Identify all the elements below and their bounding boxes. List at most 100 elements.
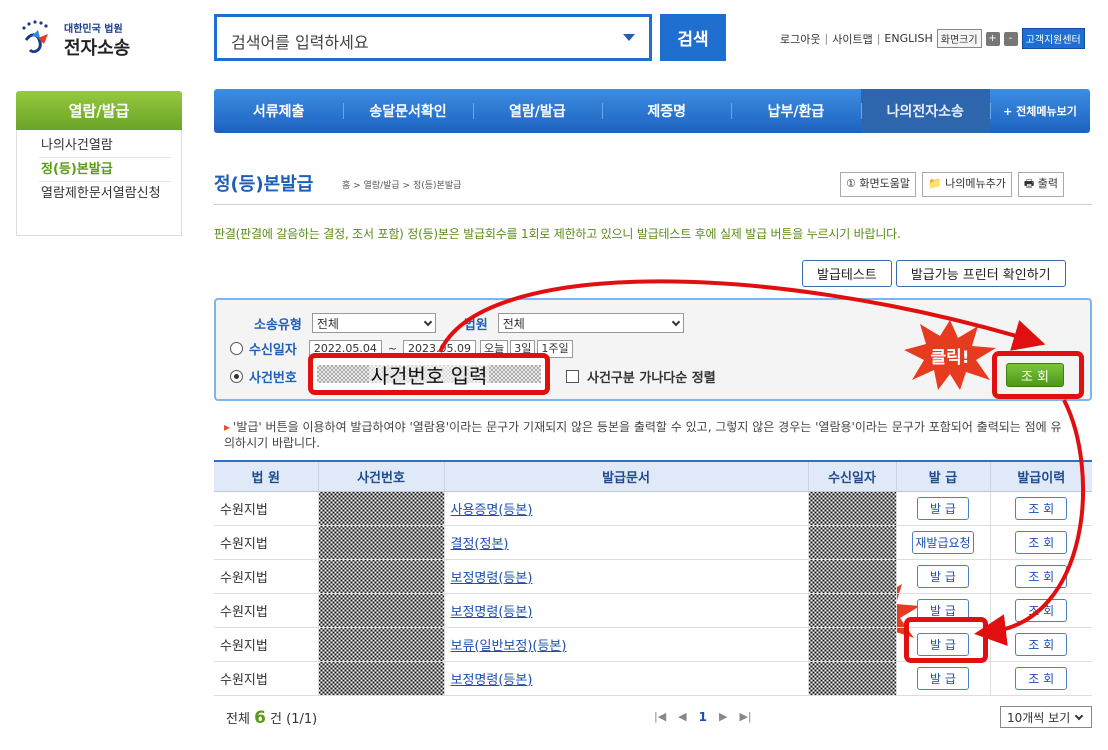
total-count: 전체 6 건 (1/1) [226, 708, 317, 728]
court-select[interactable]: 전체 [497, 313, 684, 333]
table-row: 수원지법 결정(정본) 재발급요청 조 회 [214, 525, 1092, 560]
nav-payment-refund[interactable]: 납부/환급 [731, 89, 860, 133]
logo-title: 전자소송 [64, 38, 131, 59]
court-value: 전체 [502, 316, 525, 331]
issue-cell: 발 급 [895, 661, 990, 696]
case-type-select[interactable]: 전체 [311, 313, 436, 333]
sidebar-item-my-case-view[interactable]: 나의사건열람 [17, 130, 181, 153]
chevron-down-icon [1075, 711, 1084, 720]
column-header: 법 원 [214, 460, 318, 492]
table-row: 수원지법 사용증명(등본) 발 급 조 회 [214, 491, 1092, 526]
nav-my-e-litigation[interactable]: 나의전자소송 [860, 89, 990, 133]
divider: | [876, 32, 881, 45]
query-button[interactable]: 조 회 [1006, 363, 1064, 387]
table-header-row: 법 원 사건번호 발급문서 수신일자 발 급 발급이력 [214, 460, 1092, 492]
issue-button[interactable]: 발 급 [917, 666, 969, 690]
add-my-menu-button[interactable]: 📁 나의메뉴추가 [921, 172, 1012, 197]
issue-button[interactable]: 발 급 [917, 564, 969, 588]
sidebar-item-copy-issue[interactable]: 정(등)본발급 [17, 158, 181, 177]
doc-link[interactable]: 보정명령(등본) [451, 605, 533, 620]
page: 대한민국 법원 전자소송 검색어를 입력하세요 검색 로그아웃 | 사이트맵 |… [0, 0, 1108, 750]
case-number-input[interactable]: 사건번호 입력 [308, 353, 550, 395]
doc-cell: 보류(일반보정)(등본) [443, 627, 808, 662]
doc-cell: 결정(정본) [443, 525, 808, 560]
column-header: 발 급 [895, 460, 990, 492]
logout-link[interactable]: 로그아웃 [780, 31, 820, 47]
history-button[interactable]: 조 회 [1015, 496, 1068, 520]
history-button[interactable]: 조 회 [1015, 530, 1068, 554]
court-cell: 수원지법 [214, 491, 318, 526]
sidebar-menu: 나의사건열람 정(등)본발급 열람제한문서열람신청 [16, 130, 182, 236]
search-placeholder: 검색어를 입력하세요 [231, 33, 369, 52]
sidebar-item-restricted-doc-request[interactable]: 열람제한문서열람신청 [17, 182, 167, 201]
english-link[interactable]: ENGLISH [884, 32, 932, 45]
doc-link[interactable]: 보정명령(등본) [451, 673, 533, 688]
chevron-down-icon [671, 317, 681, 326]
doc-cell: 보정명령(등본) [443, 593, 808, 628]
issue-info-text: '발급' 버튼을 이용하여 발급하여야 '열람용'이라는 문구가 기재되지 않은… [224, 420, 1062, 450]
column-header: 발급이력 [989, 460, 1092, 492]
history-button[interactable]: 조 회 [1015, 598, 1068, 622]
history-cell: 조 회 [989, 525, 1092, 560]
nav-document-submit[interactable]: 서류제출 [214, 89, 343, 133]
court-cell: 수원지법 [214, 559, 318, 594]
screen-help-button[interactable]: ① 화면도움말 [840, 172, 916, 197]
utility-links: 로그아웃 | 사이트맵 | ENGLISH 화면크기 + - 고객지원센터 [780, 28, 1085, 49]
case-type-value: 전체 [316, 316, 339, 331]
sitemap-link[interactable]: 사이트맵 [832, 31, 872, 47]
issue-test-button[interactable]: 발급테스트 [802, 260, 892, 287]
case-no-radio[interactable] [230, 370, 243, 383]
help-center-button[interactable]: 고객지원센터 [1021, 28, 1085, 49]
column-header: 수신일자 [807, 460, 896, 492]
sort-label: 사건구분 가나다순 정렬 [587, 371, 716, 386]
chevron-down-icon[interactable] [623, 34, 635, 41]
doc-link[interactable]: 사용증명(등본) [451, 503, 533, 518]
zoom-out-button[interactable]: - [1003, 31, 1018, 46]
per-page-select[interactable]: 10개씩 보기 [1000, 706, 1092, 728]
history-button[interactable]: 조 회 [1015, 632, 1068, 656]
nav-certificates[interactable]: 제증명 [601, 89, 731, 133]
history-button[interactable]: 조 회 [1015, 564, 1068, 588]
doc-link[interactable]: 보류(일반보정)(등본) [451, 639, 567, 654]
test-buttons: 발급테스트 발급가능 프린터 확인하기 [802, 260, 1066, 287]
nav-all-menu[interactable]: + 전체메뉴보기 [989, 89, 1090, 133]
current-page[interactable]: 1 [699, 710, 707, 724]
reissue-request-button[interactable]: 재발급요청 [912, 530, 974, 554]
last-page-icon[interactable]: ▶| [739, 710, 751, 724]
issue-highlight [904, 617, 988, 663]
doc-link[interactable]: 보정명령(등본) [451, 571, 533, 586]
doc-cell: 보정명령(등본) [443, 661, 808, 696]
main-nav: 서류제출 송달문서확인 열람/발급 제증명 납부/환급 나의전자소송 + 전체메… [214, 89, 1090, 133]
court-cell: 수원지법 [214, 593, 318, 628]
masked-recv-date [807, 525, 896, 560]
print-button[interactable]: 🖶 출력 [1017, 172, 1065, 197]
global-search-input[interactable]: 검색어를 입력하세요 [214, 14, 652, 61]
screen-size-label: 화면크기 [936, 29, 982, 48]
printer-check-button[interactable]: 발급가능 프린터 확인하기 [895, 260, 1066, 287]
masked-recv-date [807, 627, 896, 662]
recv-date-label: 수신일자 [249, 343, 297, 358]
nav-service-check[interactable]: 송달문서확인 [343, 89, 472, 133]
breadcrumb: 홈 > 열람/발급 > 정(등)본발급 [342, 181, 462, 191]
first-page-icon[interactable]: |◀ [654, 710, 666, 724]
history-button[interactable]: 조 회 [1015, 666, 1068, 690]
doc-link[interactable]: 결정(정본) [451, 537, 509, 552]
masked-case-number [317, 559, 444, 594]
issue-cell: 재발급요청 [895, 525, 990, 560]
click-burst-1: 클릭! [904, 320, 996, 390]
divider: | [824, 32, 829, 45]
issue-button[interactable]: 발 급 [917, 496, 969, 520]
court-logo[interactable]: 대한민국 법원 전자소송 [18, 18, 148, 62]
sort-checkbox[interactable] [566, 370, 579, 383]
next-page-icon[interactable]: ▶ [719, 710, 727, 724]
search-button[interactable]: 검색 [660, 14, 726, 61]
case-number-input-label: 사건번호 입력 [368, 359, 490, 389]
nav-view-issue[interactable]: 열람/발급 [472, 89, 602, 133]
column-header: 사건번호 [317, 460, 444, 492]
zoom-in-button[interactable]: + [985, 31, 1000, 46]
sidebar-title: 열람/발급 [16, 91, 182, 130]
prev-page-icon[interactable]: ◀ [678, 710, 686, 724]
printer-icon: 🖶 [1023, 177, 1035, 190]
recv-date-radio[interactable] [230, 342, 243, 355]
masked-recv-date [807, 559, 896, 594]
